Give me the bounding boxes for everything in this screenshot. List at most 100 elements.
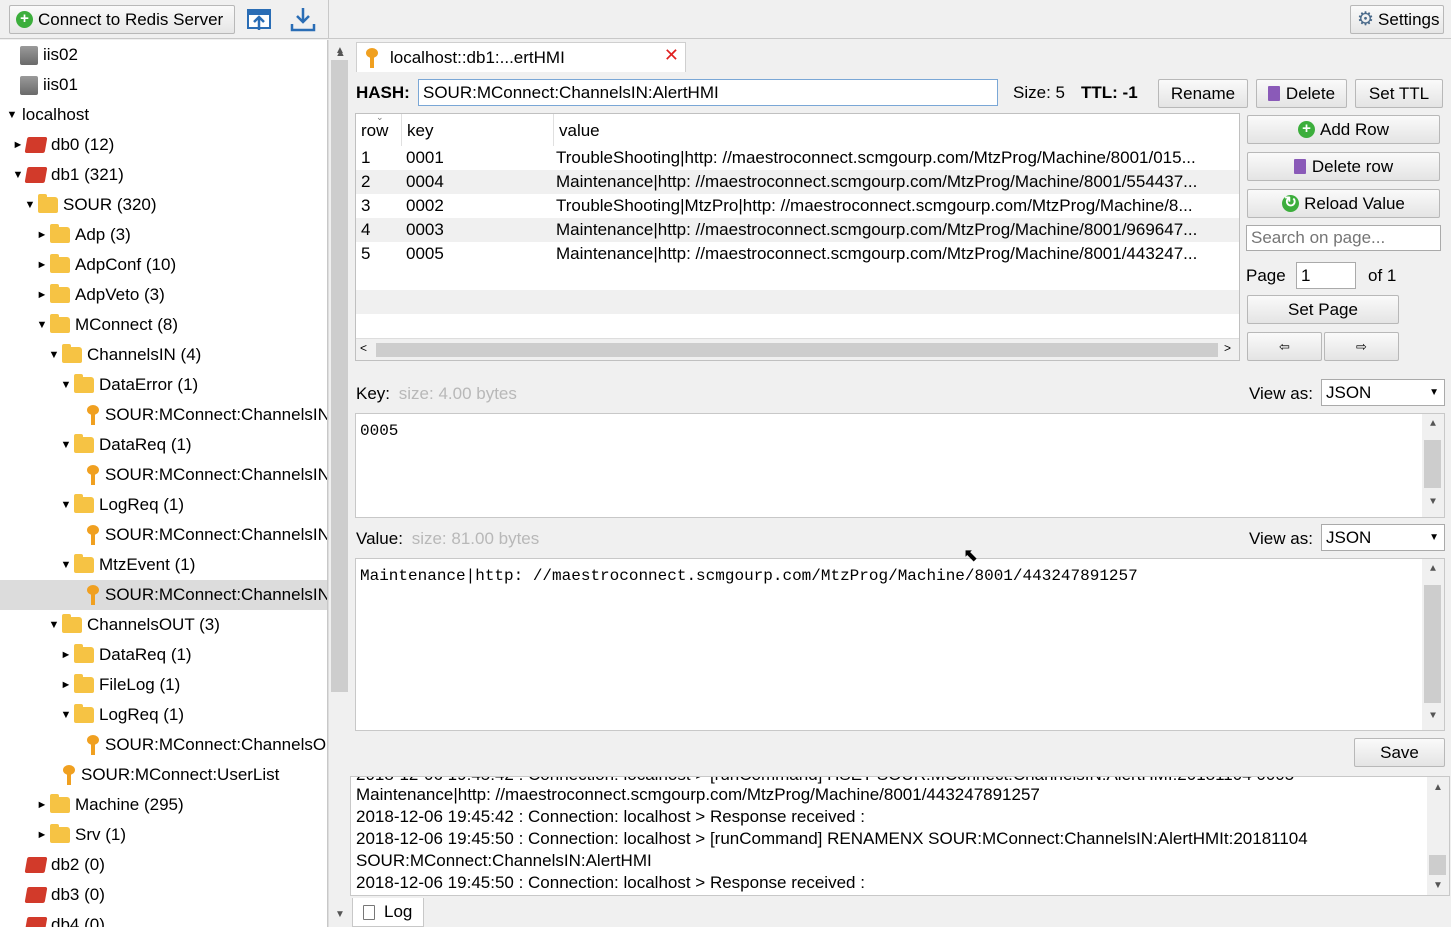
expand-down-icon[interactable]: ▼ <box>48 349 60 361</box>
expand-right-icon[interactable]: ► <box>36 229 48 241</box>
tree-item[interactable]: ▼ localhost <box>0 100 327 130</box>
value-editor-scrollbar[interactable]: ▲ ▼ <box>1422 559 1444 730</box>
prev-page-button[interactable]: ⇦ <box>1247 332 1322 361</box>
tree-item[interactable]: ► FileLog (1) <box>0 670 327 700</box>
scroll-up-icon[interactable]: ▲ <box>1427 779 1449 797</box>
expand-down-icon[interactable]: ▼ <box>12 169 24 181</box>
key-editor-content[interactable]: 0005 <box>360 422 398 440</box>
search-input[interactable] <box>1246 225 1441 251</box>
reload-value-button[interactable]: ↻ Reload Value <box>1247 189 1440 218</box>
key-name-input[interactable] <box>418 79 998 106</box>
expand-right-icon[interactable]: ► <box>36 259 48 271</box>
expand-right-icon[interactable]: ► <box>60 679 72 691</box>
table-row[interactable]: 5 0005 Maintenance|http: //maestroconnect.… <box>356 242 1239 266</box>
expand-down-icon[interactable]: ▼ <box>6 109 18 121</box>
scroll-down-icon[interactable]: ▼ <box>1422 708 1444 726</box>
expand-right-icon[interactable]: ► <box>36 829 48 841</box>
tree-item[interactable]: SOUR:MConnect:ChannelsIN:DataError <box>0 400 327 430</box>
tree-item[interactable]: ► AdpConf (10) <box>0 250 327 280</box>
log-scrollbar[interactable]: ▲ ▼ <box>1427 777 1449 895</box>
set-page-button[interactable]: Set Page <box>1247 295 1399 324</box>
expand-right-icon[interactable]: ► <box>12 139 24 151</box>
set-ttl-button[interactable]: Set TTL <box>1355 79 1443 108</box>
delete-row-button[interactable]: Delete row <box>1247 152 1440 181</box>
scroll-thumb[interactable] <box>1424 585 1441 703</box>
tree-item[interactable]: ▼ ChannelsIN (4) <box>0 340 327 370</box>
tree-item[interactable]: iis01 <box>0 70 327 100</box>
scroll-down-icon[interactable]: ▼ <box>329 906 351 924</box>
expand-down-icon[interactable]: ▼ <box>60 439 72 451</box>
tree-item[interactable]: SOUR:MConnect:ChannelsOUT:LogReq <box>0 730 327 760</box>
tree-item[interactable]: ▼ DataReq (1) <box>0 430 327 460</box>
tree-item[interactable]: SOUR:MConnect:ChannelsIN:DataReq <box>0 460 327 490</box>
scroll-right-icon[interactable]: > <box>1224 341 1231 355</box>
scroll-up-icon[interactable]: ▲ <box>1422 561 1444 579</box>
tree-item[interactable]: iis02 <box>0 40 327 70</box>
column-header-key[interactable]: key <box>402 114 554 146</box>
expand-down-icon[interactable]: ▼ <box>48 619 60 631</box>
tree-item[interactable]: ▼ MConnect (8) <box>0 310 327 340</box>
scroll-down-icon[interactable]: ▼ <box>1427 877 1449 895</box>
scroll-down-icon[interactable]: ▼ <box>1422 494 1444 512</box>
tree-item[interactable]: ▼ LogReq (1) <box>0 490 327 520</box>
page-input[interactable] <box>1296 262 1356 289</box>
table-row[interactable]: 2 0004 Maintenance|http: //maestroconnect.… <box>356 170 1239 194</box>
tree-item[interactable]: ► DataReq (1) <box>0 640 327 670</box>
tree-item[interactable]: ▼ ChannelsOUT (3) <box>0 610 327 640</box>
scroll-thumb[interactable] <box>1424 440 1441 488</box>
expand-down-icon[interactable]: ▼ <box>60 709 72 721</box>
table-row[interactable]: 1 0001 TroubleShooting|http: //maestroconn… <box>356 146 1239 170</box>
key-editor-scrollbar[interactable]: ▲ ▼ <box>1422 414 1444 517</box>
expand-right-icon[interactable]: ► <box>36 799 48 811</box>
tree-item[interactable]: ▼ db1 (321) <box>0 160 327 190</box>
expand-down-icon[interactable]: ▼ <box>36 319 48 331</box>
value-editor-content[interactable]: Maintenance|http: //maestroconnect.scmgo… <box>360 567 1138 585</box>
close-tab-icon[interactable]: ✕ <box>664 45 679 66</box>
tree-item[interactable]: SOUR:MConnect:UserList <box>0 760 327 790</box>
table-row[interactable]: 4 0003 Maintenance|http: //maestroconnect.… <box>356 218 1239 242</box>
import-icon[interactable] <box>244 6 274 34</box>
tree-item[interactable]: ► AdpVeto (3) <box>0 280 327 310</box>
next-page-button[interactable]: ⇨ <box>1324 332 1399 361</box>
tab-scroll-left-icon[interactable]: ▲ <box>335 47 346 59</box>
connect-button[interactable]: + Connect to Redis Server <box>9 5 235 34</box>
key-format-select[interactable]: JSON ▼ <box>1321 379 1445 406</box>
tab-log[interactable]: Log <box>352 898 424 927</box>
tree-item[interactable]: db2 (0) <box>0 850 327 880</box>
expand-down-icon[interactable]: ▼ <box>60 559 72 571</box>
scroll-up-icon[interactable]: ▲ <box>1422 416 1444 434</box>
expand-down-icon[interactable]: ▼ <box>24 199 36 211</box>
key-editor[interactable]: 0005 ▲ ▼ <box>355 413 1445 518</box>
tree-item[interactable]: SOUR:MConnect:ChannelsIN:LogReq <box>0 520 327 550</box>
download-icon[interactable] <box>288 6 318 34</box>
tree-item[interactable]: ► Srv (1) <box>0 820 327 850</box>
tree-item[interactable]: ▼ LogReq (1) <box>0 700 327 730</box>
tree-item[interactable]: ► Adp (3) <box>0 220 327 250</box>
scroll-left-icon[interactable]: < <box>360 341 367 355</box>
expand-right-icon[interactable]: ► <box>36 289 48 301</box>
tree-item[interactable]: ► Machine (295) <box>0 790 327 820</box>
value-editor[interactable]: Maintenance|http: //maestroconnect.scmgo… <box>355 558 1445 731</box>
column-header-value[interactable]: value <box>554 114 1239 146</box>
tree-item[interactable]: ► db0 (12) <box>0 130 327 160</box>
value-format-select[interactable]: JSON ▼ <box>1321 524 1445 551</box>
tree-item[interactable]: db4 (0) <box>0 910 327 927</box>
tree-item[interactable]: ▼ DataError (1) <box>0 370 327 400</box>
rename-button[interactable]: Rename <box>1158 79 1248 108</box>
delete-button[interactable]: Delete <box>1256 79 1347 108</box>
tree-item[interactable]: SOUR:MConnect:ChannelsIN:AlertHMI <box>0 580 327 610</box>
hscroll-thumb[interactable] <box>376 343 1218 357</box>
scroll-thumb[interactable] <box>331 60 348 692</box>
expand-right-icon[interactable]: ► <box>60 649 72 661</box>
add-row-button[interactable]: + Add Row <box>1247 115 1440 144</box>
expand-down-icon[interactable]: ▼ <box>60 379 72 391</box>
tree-item[interactable]: db3 (0) <box>0 880 327 910</box>
expand-down-icon[interactable]: ▼ <box>60 499 72 511</box>
scroll-thumb[interactable] <box>1429 855 1446 875</box>
table-row[interactable]: 3 0002 TroubleShooting|MtzPro|http: //maes… <box>356 194 1239 218</box>
save-button[interactable]: Save <box>1354 738 1445 767</box>
settings-button[interactable]: ⚙ Settings <box>1350 5 1444 34</box>
horizontal-scrollbar[interactable]: < > <box>356 338 1239 360</box>
tree-item[interactable]: ▼ MtzEvent (1) <box>0 550 327 580</box>
tree-scrollbar[interactable]: ▲ ▼ <box>328 40 350 927</box>
